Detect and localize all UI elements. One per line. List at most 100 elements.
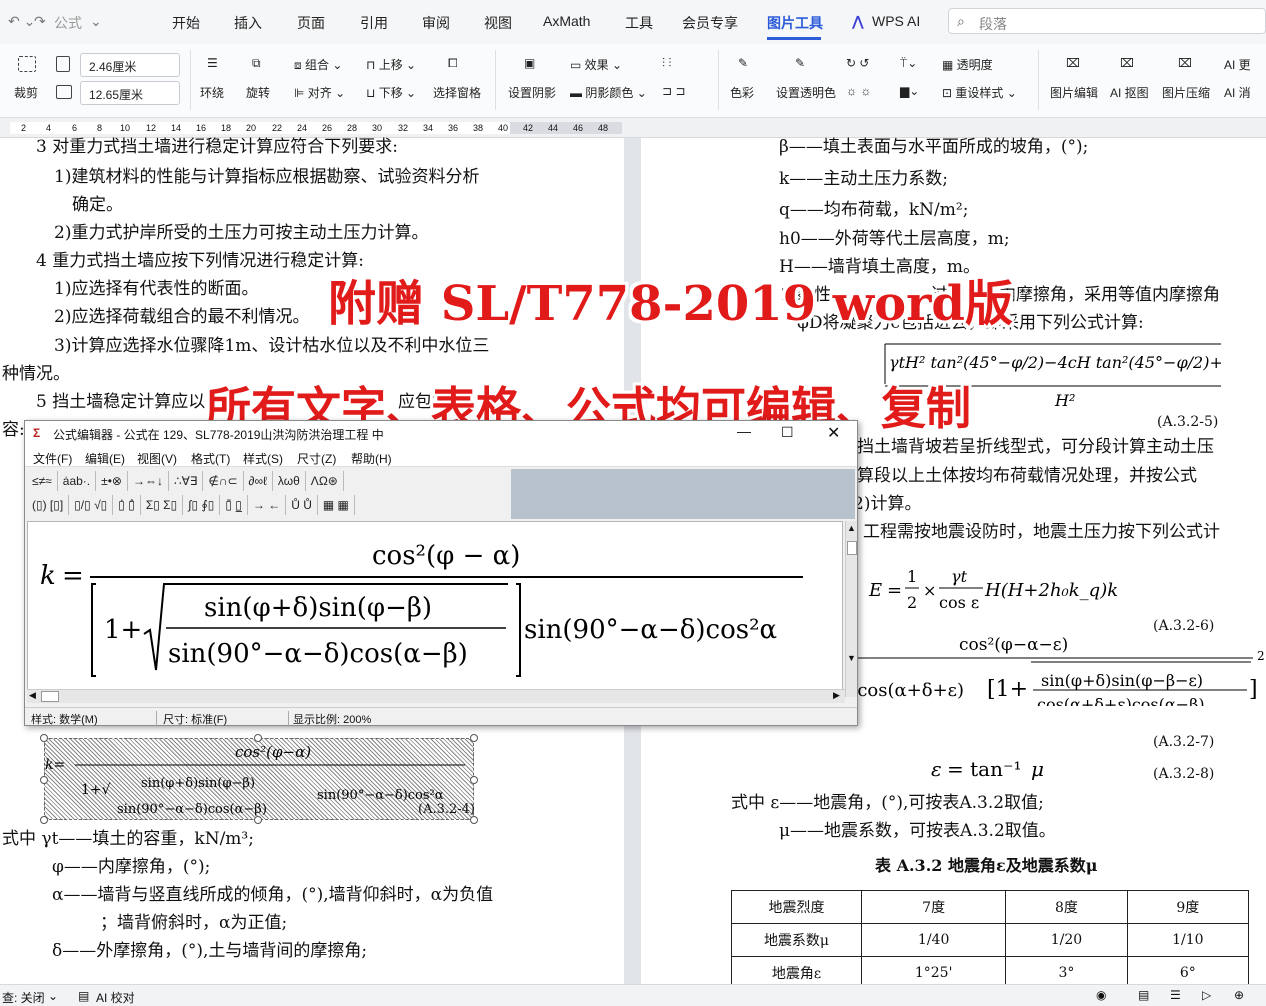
web-view-icon[interactable]: ⊕ [1234,988,1244,1002]
rotate-button[interactable]: 旋转 [246,84,270,101]
selection-pane-button[interactable]: 选择窗格 [433,84,481,101]
resize-handle[interactable] [254,734,262,742]
shadow-position-icon[interactable]: ⊐ ⊐ [662,84,685,98]
tab-member[interactable]: 会员专享 [682,13,738,33]
greek-upper-button[interactable]: ΛΩ⊛ [306,471,344,491]
misc-symbols-button[interactable]: ∂∞ℓ [244,471,273,491]
editor-menu-size[interactable]: 尺寸(Z) [297,450,336,467]
arrow-symbols-button[interactable]: →⇔↓ [128,471,169,491]
page-view-icon[interactable]: ▤ [1138,988,1149,1002]
resize-handle[interactable] [40,734,48,742]
operator-symbols-button[interactable]: ±•⊗ [96,471,128,491]
reset-style-button[interactable]: ⊡ 重设样式 ⌄ [942,84,1017,101]
highlight-icon[interactable]: ⍡⌄ [900,56,917,71]
resize-handle[interactable] [40,776,48,784]
equation-editor-window[interactable]: Σ 公式编辑器 - 公式在 129、SL778-2019山洪沟防洪治理工程 中 … [24,420,858,727]
scroll-thumb[interactable] [41,691,59,702]
integral-templates-button[interactable]: ∫▯ ∮▯ [183,495,221,515]
set-symbols-button[interactable]: ∉∩⊂ [203,471,244,491]
matrix-templates-button[interactable]: ▦ ▦ [318,495,355,515]
scroll-thumb[interactable] [847,541,857,555]
send-backward-button[interactable]: ⊔ 下移 ⌄ [366,84,416,101]
wrap-button[interactable]: 环绕 [200,84,224,101]
close-icon[interactable]: ✕ [827,423,840,443]
effect-button[interactable]: ▭ 效果 ⌄ [570,56,622,73]
outline-view-icon[interactable]: ☰ [1170,988,1181,1002]
bring-forward-button[interactable]: ⊓ 上移 ⌄ [366,56,416,73]
redo-icon[interactable]: ↷ [34,13,46,30]
rotate-left-icon[interactable]: ↻ ↺ [846,56,869,70]
editor-title-bar[interactable]: Σ 公式编辑器 - 公式在 129、SL778-2019山洪沟防洪治理工程 中 … [25,421,857,445]
vertical-scrollbar[interactable]: ▲ ▼ [845,521,857,697]
editor-menu-edit[interactable]: 编辑(E) [85,450,125,467]
editor-menu-style[interactable]: 样式(S) [243,450,283,467]
horizontal-scrollbar[interactable]: ◀ ▶ [27,689,845,703]
editor-menu-format[interactable]: 格式(T) [191,450,230,467]
tab-home[interactable]: 开始 [172,13,200,33]
arrow-templates-button[interactable]: → ← [248,495,287,515]
editor-menu-help[interactable]: 帮助(H) [351,450,392,467]
resize-handle[interactable] [40,816,48,824]
sum-templates-button[interactable]: Σ▯ Σ▯ [141,495,184,515]
shadow-color-button[interactable]: ▬ 阴影颜色 ⌄ [570,84,647,101]
undo-icon[interactable]: ↶ ⌄ [8,13,35,30]
tab-page[interactable]: 页面 [297,13,325,33]
transparency-button[interactable]: ▦ 透明度 [942,56,993,73]
bar-templates-button[interactable]: ▯̄ ▯̲ [220,495,248,515]
resize-handle[interactable] [470,776,478,784]
group-button[interactable]: ⧈ 组合 ⌄ [294,56,342,73]
resize-handle[interactable] [470,816,478,824]
tab-wps-ai[interactable]: WPS AI [872,13,920,29]
wps-ai-icon[interactable]: ⋀ [852,13,864,30]
product-templates-button[interactable]: Ů Ů [286,495,318,515]
greek-lower-button[interactable]: λωθ [273,471,306,491]
equation-canvas[interactable]: k = cos²(φ − α) 1+ sin(φ+δ)sin(φ−β) sin(… [27,521,843,697]
search-box[interactable]: ⌕ 段落 [948,8,1266,34]
shadow-offset-icon[interactable]: ⫶ ⫶ [662,56,671,71]
tab-tools[interactable]: 工具 [625,13,653,33]
height-stepper[interactable]: 12.65厘米 [80,81,180,105]
ai-proofread-button[interactable]: AI 校对 [96,989,135,1006]
chevron-down-icon[interactable]: ⌄ [90,13,102,30]
tab-view[interactable]: 视图 [484,13,512,33]
transparent-color-button[interactable]: 设置透明色 [776,84,836,101]
width-stepper[interactable]: 2.46厘米 [80,53,180,77]
tab-references[interactable]: 引用 [360,13,388,33]
scroll-down-icon[interactable]: ▼ [847,653,856,663]
resize-handle[interactable] [470,734,478,742]
ai-cutout-button[interactable]: AI 抠图 [1110,84,1149,101]
eye-icon[interactable]: ◉ [1096,988,1106,1002]
chevron-down-icon[interactable]: ⌄ [48,989,58,1003]
color-button[interactable]: 色彩 [730,84,754,101]
maximize-icon[interactable]: ☐ [781,424,794,441]
fraction-templates-button[interactable]: ▯/▯ √▯ [69,495,114,515]
tab-axmath[interactable]: AxMath [543,13,590,29]
play-icon[interactable]: ▷ [1202,988,1211,1002]
search-input[interactable]: 段落 [979,14,1007,34]
check-status[interactable]: 查: 关闭 [2,989,45,1006]
logic-symbols-button[interactable]: ∴∀∃ [169,471,204,491]
compress-button[interactable]: 图片压缩 [1162,84,1210,101]
fence-templates-button[interactable]: (▯) [▯] [27,495,70,515]
tab-insert[interactable]: 插入 [234,13,262,33]
editor-menu-file[interactable]: 文件(F) [33,450,72,467]
relation-symbols-button[interactable]: ≤≠≈ [27,471,58,491]
minimize-icon[interactable]: — [737,423,751,439]
resize-handle[interactable] [254,816,262,824]
tab-picture-tools[interactable]: 图片工具 [767,13,823,33]
script-templates-button[interactable]: ▯̇ ▯̂ [113,495,141,515]
brightness-icon[interactable]: ☼ ☼ [846,84,871,98]
selected-formula-image[interactable]: cos²(φ−α) k= 1+√ sin(φ+δ)sin(φ−β) sin(90… [44,738,474,820]
scroll-left-icon[interactable]: ◀ [29,690,36,701]
tab-review[interactable]: 审阅 [422,13,450,33]
crop-button[interactable]: 裁剪 [14,84,38,101]
quick-style-label[interactable]: 公式 [54,13,82,33]
picture-edit-button[interactable]: 图片编辑 [1050,84,1098,101]
align-button[interactable]: ⊫ 对齐 ⌄ [294,84,345,101]
scroll-right-icon[interactable]: ▶ [833,690,840,701]
set-shadow-button[interactable]: 设置阴影 [508,84,556,101]
editor-menu-view[interactable]: 视图(V) [137,450,177,467]
scroll-up-icon[interactable]: ▲ [847,523,856,533]
border-color-icon[interactable]: ▆⌄ [900,84,919,98]
ai-erase-button[interactable]: AI 消 [1224,84,1251,101]
